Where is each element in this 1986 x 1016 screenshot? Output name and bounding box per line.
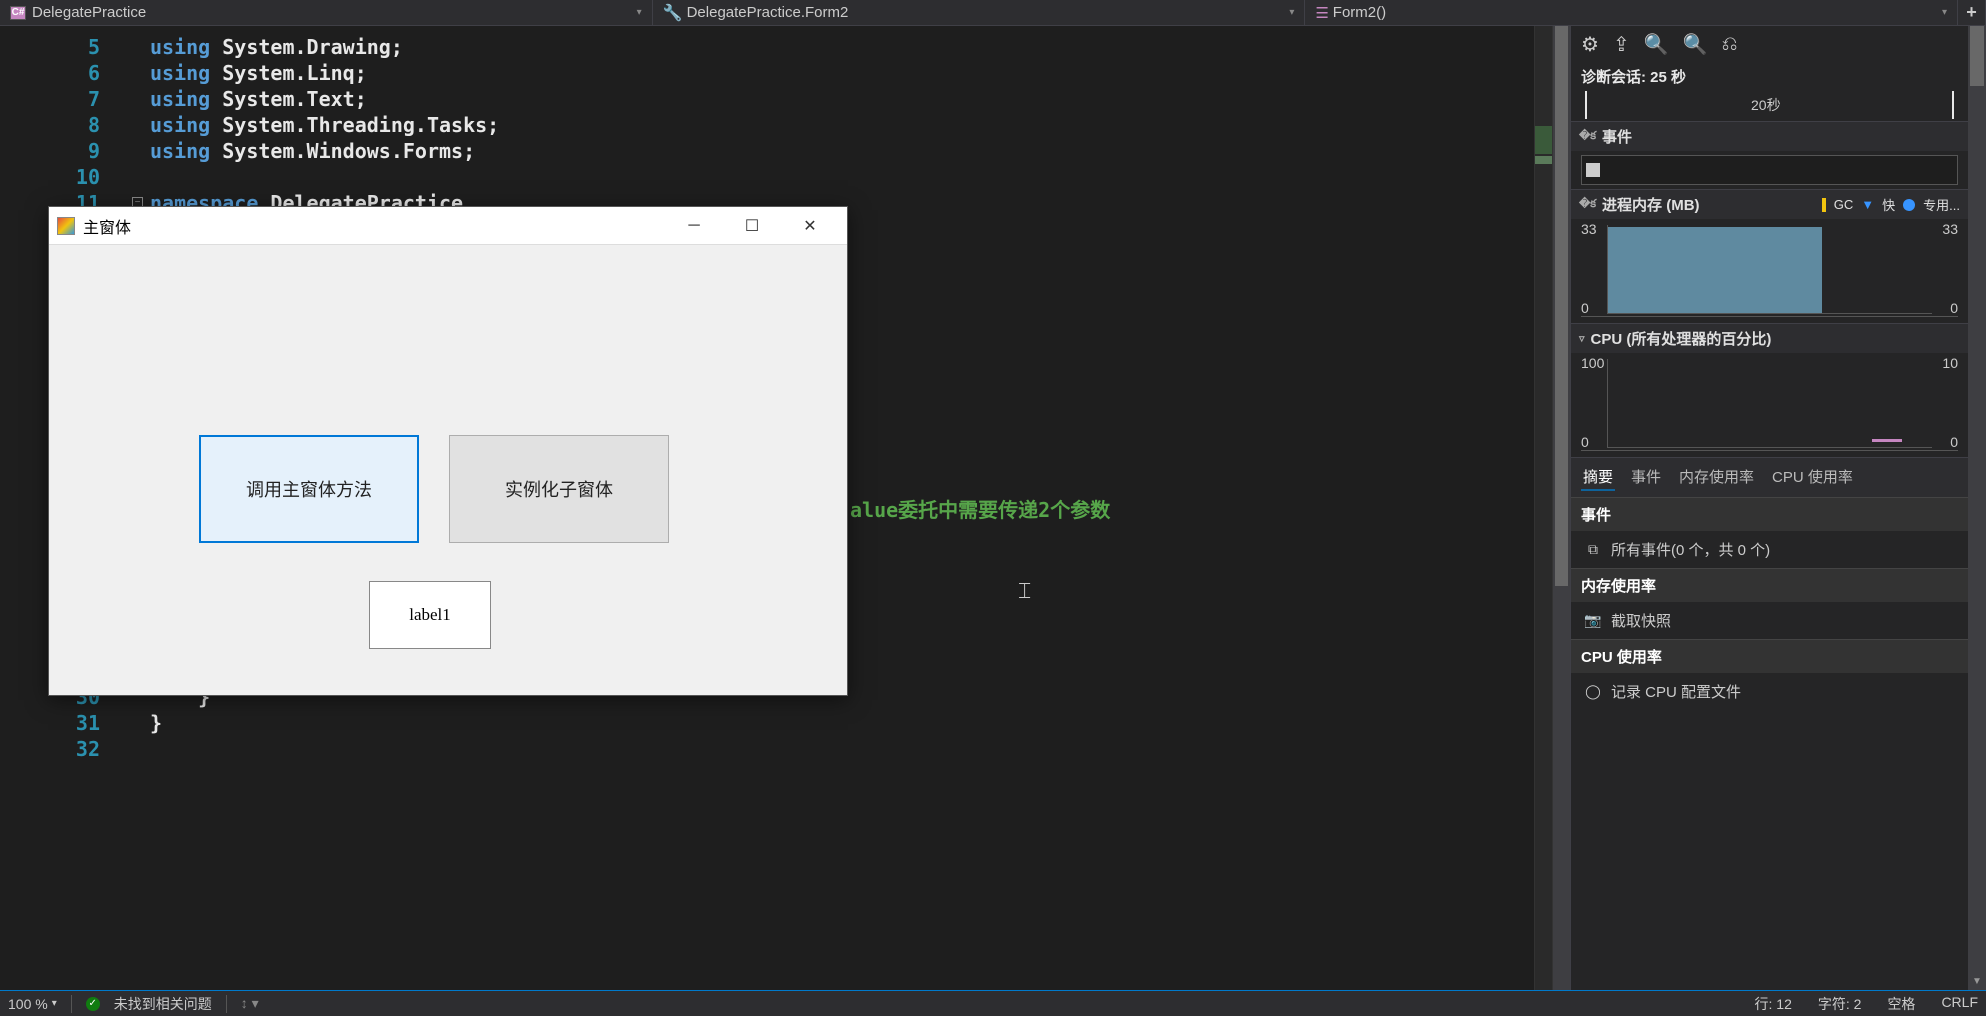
- record-icon: ◯: [1585, 684, 1601, 700]
- summary-events-header: 事件: [1571, 497, 1968, 531]
- diag-timeline[interactable]: 20秒: [1581, 91, 1958, 121]
- status-line[interactable]: 行: 12: [1755, 994, 1792, 1014]
- breadcrumb-class-label: DelegatePractice.Form2: [687, 4, 849, 21]
- summary-cpu-header: CPU 使用率: [1571, 639, 1968, 673]
- chevron-down-icon: ▾: [1289, 7, 1294, 18]
- diagnostics-panel: ⚙ ⇪ 🔍 🔍 ⎌ 诊断会话: 25 秒 20秒 �క 事件 �క 进: [1570, 26, 1986, 990]
- diag-section-cpu-label: CPU (所有处理器的百分比): [1591, 328, 1772, 349]
- diag-tabs: 摘要 事件 内存使用率 CPU 使用率: [1571, 457, 1968, 497]
- instantiate-child-button[interactable]: 实例化子窗体: [449, 435, 669, 543]
- status-col[interactable]: 字符: 2: [1818, 994, 1862, 1014]
- scrollbar-thumb[interactable]: [1555, 26, 1568, 586]
- breadcrumb-project-label: DelegatePractice: [32, 4, 146, 21]
- status-issues-label[interactable]: 未找到相关问题: [114, 994, 212, 1014]
- vertical-scrollbar[interactable]: [1552, 26, 1570, 990]
- diag-section-cpu-header[interactable]: ▿ CPU (所有处理器的百分比): [1571, 323, 1968, 353]
- scroll-down-arrow-icon[interactable]: ▼: [1968, 972, 1986, 990]
- label1: label1: [369, 581, 491, 649]
- timeline-tick-label: 20秒: [1751, 95, 1781, 115]
- call-main-method-button[interactable]: 调用主窗体方法: [199, 435, 419, 543]
- breadcrumb-method-label: Form2(): [1333, 4, 1386, 21]
- legend-gc-icon: [1822, 198, 1826, 212]
- form-client-area: 调用主窗体方法 实例化子窗体 label1: [49, 245, 847, 695]
- export-icon[interactable]: ⇪: [1613, 32, 1630, 57]
- collapse-triangle-icon: ▿: [1579, 332, 1585, 345]
- running-form-window[interactable]: 主窗体 ─ ☐ ✕ 调用主窗体方法 实例化子窗体 label1: [48, 206, 848, 696]
- diag-toolbar: ⚙ ⇪ 🔍 🔍 ⎌: [1571, 26, 1968, 62]
- form-app-icon: [57, 217, 75, 235]
- diag-session-label: 诊断会话: 25 秒: [1571, 62, 1968, 91]
- method-icon: ☰: [1315, 4, 1328, 22]
- code-comment-partial: alue委托中需要传递2个参数: [850, 494, 1110, 523]
- chevron-down-icon: ▾: [637, 7, 642, 18]
- scrollbar-thumb[interactable]: [1970, 26, 1984, 86]
- diag-tab-events[interactable]: 事件: [1629, 464, 1663, 491]
- legend-fast-icon: ▼: [1861, 197, 1874, 212]
- breadcrumb-project[interactable]: C# DelegatePractice ▾: [0, 0, 653, 25]
- reset-view-icon[interactable]: ⎌: [1722, 33, 1738, 56]
- diag-tab-summary[interactable]: 摘要: [1581, 464, 1615, 491]
- split-window-button[interactable]: +: [1958, 0, 1986, 25]
- summary-cpu-row[interactable]: ◯ 记录 CPU 配置文件: [1571, 673, 1968, 710]
- status-lineending[interactable]: CRLF: [1941, 994, 1978, 1014]
- status-indent[interactable]: 空格: [1887, 994, 1915, 1014]
- diag-section-events-header[interactable]: �క 事件: [1571, 121, 1968, 151]
- collapse-triangle-icon: �క: [1579, 129, 1596, 145]
- form-titlebar[interactable]: 主窗体 ─ ☐ ✕: [49, 207, 847, 245]
- status-bar: 100 % ▾ ✓ 未找到相关问题 ↕ ▾ 行: 12 字符: 2 空格 CRL…: [0, 990, 1986, 1016]
- summary-events-row[interactable]: ⧉ 所有事件(0 个，共 0 个): [1571, 531, 1968, 568]
- camera-icon: 📷: [1585, 613, 1601, 629]
- maximize-button[interactable]: ☐: [723, 208, 781, 244]
- form-title: 主窗体: [83, 214, 665, 238]
- pause-marker-icon: [1586, 163, 1600, 177]
- diag-events-track[interactable]: [1581, 155, 1958, 185]
- diag-section-events-label: 事件: [1602, 126, 1632, 147]
- csharp-icon: C#: [10, 6, 26, 20]
- zoom-out-icon[interactable]: 🔍: [1683, 32, 1708, 57]
- diag-section-memory-header[interactable]: �క 进程内存 (MB) GC ▼快 专用...: [1571, 189, 1968, 219]
- collapse-triangle-icon: �క: [1579, 197, 1596, 213]
- gear-icon[interactable]: ⚙: [1581, 32, 1599, 57]
- diag-vertical-scrollbar[interactable]: ▲ ▼: [1968, 26, 1986, 990]
- chevron-down-icon: ▾: [1942, 7, 1947, 18]
- class-icon: 🔧: [663, 3, 683, 23]
- summary-memory-row[interactable]: 📷 截取快照: [1571, 602, 1968, 639]
- events-icon: ⧉: [1585, 542, 1601, 558]
- cpu-chart[interactable]: 100 0 10 0: [1581, 355, 1958, 451]
- editor-overview-ruler[interactable]: [1534, 26, 1552, 990]
- zoom-in-icon[interactable]: 🔍: [1644, 32, 1669, 57]
- status-ok-icon: ✓: [86, 997, 100, 1011]
- breadcrumb-class[interactable]: 🔧 DelegatePractice.Form2 ▾: [653, 0, 1306, 25]
- breadcrumb-method[interactable]: ☰ Form2() ▾: [1305, 0, 1958, 25]
- diag-tab-memory[interactable]: 内存使用率: [1677, 464, 1756, 491]
- diag-section-memory-label: 进程内存 (MB): [1602, 194, 1700, 215]
- close-button[interactable]: ✕: [781, 208, 839, 244]
- summary-memory-header: 内存使用率: [1571, 568, 1968, 602]
- memory-chart[interactable]: 33 0 33 0: [1581, 221, 1958, 317]
- error-nav-icon[interactable]: ↕ ▾: [241, 995, 259, 1012]
- diag-tab-cpu[interactable]: CPU 使用率: [1770, 464, 1855, 491]
- minimize-button[interactable]: ─: [665, 208, 723, 244]
- breadcrumb-bar: C# DelegatePractice ▾ 🔧 DelegatePractice…: [0, 0, 1986, 26]
- text-cursor-caret-icon: ⌶: [1018, 578, 1031, 604]
- legend-private-icon: [1903, 199, 1915, 211]
- chevron-down-icon: ▾: [52, 998, 57, 1009]
- zoom-control[interactable]: 100 % ▾: [8, 996, 57, 1012]
